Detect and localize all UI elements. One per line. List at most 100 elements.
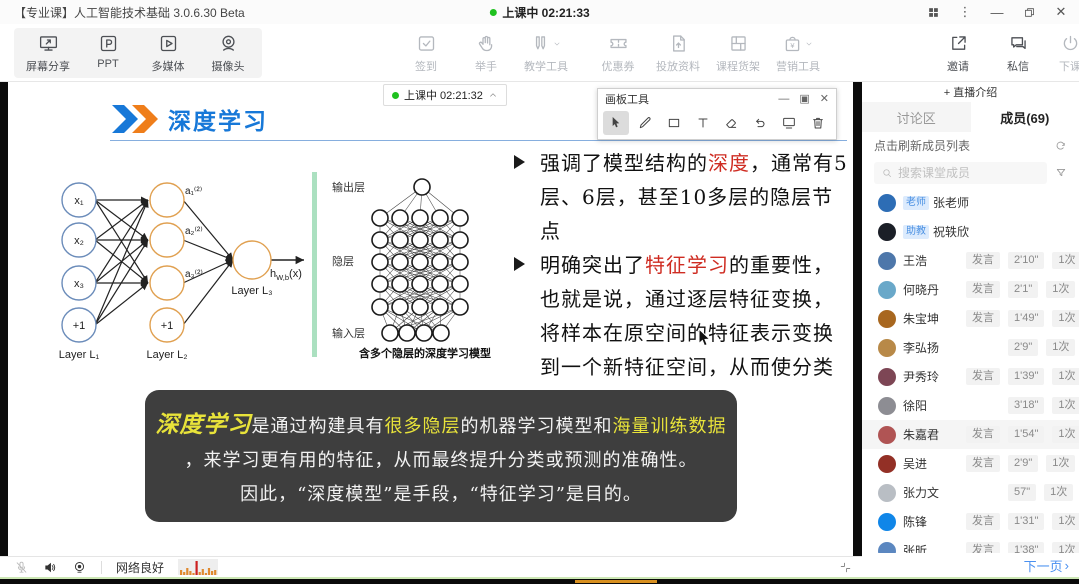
board-tool-undo[interactable] — [747, 111, 773, 135]
undo-tool-icon — [752, 115, 768, 131]
member-row[interactable]: 陈锋发言1'31"1次 — [862, 507, 1079, 536]
floating-timer[interactable]: 上课中 02:21:32 — [383, 84, 507, 106]
board-tool-pen[interactable] — [632, 111, 658, 135]
speak-chip[interactable]: 发言 — [966, 368, 1000, 385]
member-row[interactable]: 尹秀玲发言1'39"1次 — [862, 362, 1079, 391]
board-tool-eraser[interactable] — [719, 111, 745, 135]
layout-grid-icon[interactable] — [925, 4, 941, 20]
refresh-icon[interactable] — [1054, 139, 1067, 152]
more-menu-icon[interactable]: ⋮ — [957, 4, 973, 20]
toolbar-raise-hand-button[interactable]: 举手 — [460, 32, 512, 74]
slide-heading: 深度学习 — [112, 102, 268, 136]
member-stats: 3'18"1次 — [966, 391, 1079, 420]
member-search-input[interactable] — [898, 166, 1040, 180]
filter-funnel-icon[interactable] — [1055, 167, 1067, 179]
window-controls: ⋮ — ✕ — [925, 4, 1069, 20]
live-intro-button[interactable]: + 直播介绍 — [862, 82, 1079, 102]
refresh-members-row: 点击刷新成员列表 — [862, 132, 1079, 158]
member-row[interactable]: 张昕发言1'38"1次 — [862, 536, 1079, 553]
board-tool-select[interactable] — [603, 111, 629, 135]
microphone-muted-icon[interactable] — [14, 560, 29, 575]
toolbar-dm-button[interactable]: 私信 — [992, 32, 1044, 74]
timer-status-dot — [392, 92, 399, 99]
next-page-link[interactable]: 下一页 › — [1024, 556, 1069, 575]
invite-icon — [948, 33, 969, 54]
board-tool-trash[interactable] — [805, 111, 831, 135]
member-row[interactable]: 徐阳3'18"1次 — [862, 391, 1079, 420]
speak-count-chip: 1次 — [1046, 455, 1075, 472]
restore-icon[interactable] — [1021, 4, 1037, 20]
speak-chip[interactable]: 发言 — [966, 252, 1000, 269]
member-name: 祝轶欣 — [933, 223, 969, 240]
toolbar-marketing-tools-button[interactable]: ¥营销工具 — [772, 32, 824, 74]
member-stats: 发言2'10"1次 — [966, 246, 1079, 275]
dm-label: 私信 — [1007, 58, 1029, 74]
member-row[interactable]: 朱嘉君发言1'54"1次 — [862, 420, 1079, 449]
speak-time-chip: 57" — [1008, 484, 1036, 501]
mouse-cursor — [698, 328, 712, 348]
speaker-icon[interactable] — [43, 560, 58, 575]
toolbar-ppt-button[interactable]: PPT — [82, 32, 134, 70]
collapse-handle-icon[interactable] — [839, 561, 852, 574]
member-row[interactable]: 朱宝坤发言1'49"1次 — [862, 304, 1079, 333]
member-name: 李弘扬 — [903, 339, 939, 356]
board-tool-rect[interactable] — [661, 111, 687, 135]
diagram-divider — [312, 172, 317, 357]
svg-text:a₁⁽²⁾: a₁⁽²⁾ — [185, 186, 202, 197]
panel-close-icon[interactable]: ✕ — [820, 94, 829, 105]
chevron-up-icon[interactable] — [488, 90, 498, 100]
text-segment: 很多隐层 — [385, 416, 461, 437]
speak-chip[interactable]: 发言 — [966, 281, 1000, 298]
toolbar-checkin-button[interactable]: 签到 — [400, 32, 452, 74]
member-row[interactable]: 王浩发言2'10"1次 — [862, 246, 1079, 275]
webcam-icon[interactable] — [72, 560, 87, 575]
toolbar-screen-share-button[interactable]: 屏幕分享 — [22, 32, 74, 74]
toolbar-shelf-button[interactable]: 课程货架 — [712, 32, 764, 74]
toolbar-end-class-button[interactable]: 下课 — [1044, 32, 1079, 74]
summary-line-3: 因此，“深度模型”是手段，“特征学习”是目的。 — [145, 478, 737, 512]
board-tool-board[interactable] — [776, 111, 802, 135]
member-name: 吴进 — [903, 455, 927, 472]
member-row[interactable]: 何晓丹发言2'1"1次 — [862, 275, 1079, 304]
member-row[interactable]: 张力文57"1次 — [862, 478, 1079, 507]
refresh-members-label: 点击刷新成员列表 — [874, 137, 970, 154]
member-row[interactable]: 助教祝轶欣 — [862, 217, 1079, 246]
close-icon[interactable]: ✕ — [1053, 4, 1069, 20]
toolbar-teach-tools-button[interactable]: 教学工具 — [520, 32, 572, 74]
speak-count-chip: 1次 — [1052, 310, 1079, 327]
board-tools-panel: 画板工具 — ▣ ✕ — [597, 88, 837, 140]
speak-chip[interactable]: 发言 — [966, 513, 1000, 530]
speak-chip[interactable]: 发言 — [966, 542, 1000, 553]
toolbar-media-button[interactable]: 多媒体 — [142, 32, 194, 74]
member-row[interactable]: 吴进发言2'9"1次 — [862, 449, 1079, 478]
panel-minimize-icon[interactable]: — — [778, 94, 789, 105]
media-icon — [158, 33, 179, 54]
svg-text:隐层: 隐层 — [332, 255, 354, 268]
toolbar-camera-button[interactable]: 摄像头 — [202, 32, 254, 74]
toolbar-coupon-button[interactable]: 优惠券 — [592, 32, 644, 74]
tab-members[interactable]: 成员(69) — [971, 102, 1079, 132]
member-row[interactable]: 李弘扬2'9"1次 — [862, 333, 1079, 362]
member-row[interactable]: 老师张老师 — [862, 188, 1079, 217]
panel-maximize-icon[interactable]: ▣ — [799, 94, 809, 105]
speak-chip[interactable]: 发言 — [966, 455, 1000, 472]
minimize-icon[interactable]: — — [989, 4, 1005, 20]
marketing-tools-dropdown-icon — [804, 39, 814, 49]
toolbar-materials-button[interactable]: 投放资料 — [652, 32, 704, 74]
class-status-text: 上课中 02:21:33 — [502, 4, 589, 21]
title-underline — [110, 140, 847, 141]
board-tool-text[interactable] — [690, 111, 716, 135]
speak-chip[interactable]: 发言 — [966, 310, 1000, 327]
toolbar-invite-button[interactable]: 邀请 — [932, 32, 984, 74]
member-name: 尹秀玲 — [903, 368, 939, 385]
member-stats: 发言1'38"1次 — [966, 536, 1079, 553]
shelf-label: 课程货架 — [716, 58, 760, 74]
avatar — [878, 310, 896, 328]
text-segment: 深度 — [708, 151, 750, 175]
speak-chip[interactable]: 发言 — [966, 426, 1000, 443]
speak-count-chip: 1次 — [1046, 339, 1075, 356]
pen-tool-icon — [637, 115, 653, 131]
tab-discussion[interactable]: 讨论区 — [862, 102, 971, 132]
main-toolbar: 屏幕分享PPT多媒体摄像头 签到举手教学工具优惠券投放资料课程货架 ¥营销工具 邀请私… — [0, 24, 1079, 82]
shelf-icon — [728, 33, 749, 54]
